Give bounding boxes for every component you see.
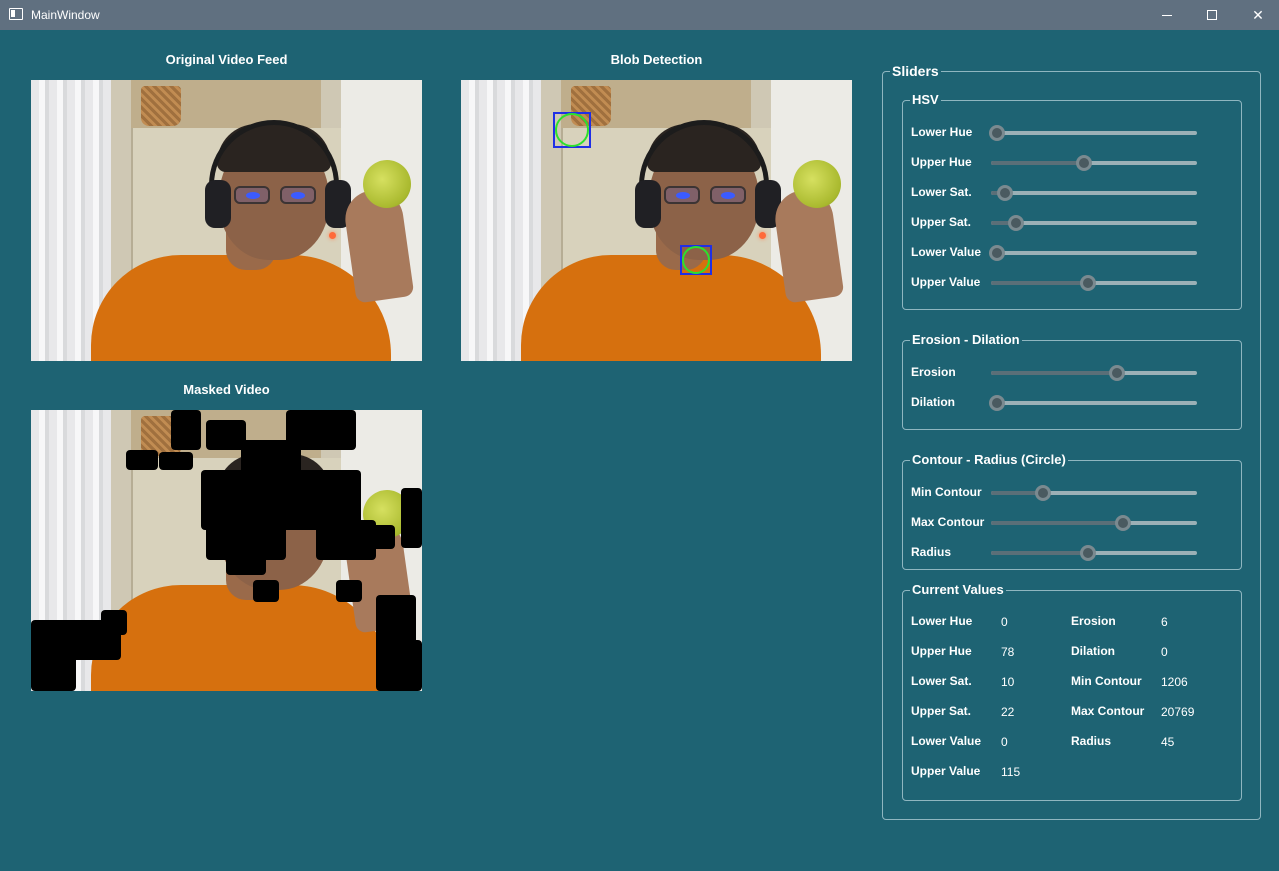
current-radius-value: 45 — [1161, 735, 1175, 749]
upper-hue-slider-row: Upper Hue — [911, 152, 1211, 172]
current-upper-value-value: 115 — [1001, 765, 1021, 779]
lower-hue-slider[interactable] — [989, 125, 1197, 141]
upper-value-label: Upper Value — [911, 275, 981, 289]
blob-detection-feed — [461, 80, 852, 361]
upper-hue-slider-fill — [991, 161, 1084, 165]
current-min-contour-value: 1206 — [1161, 675, 1188, 689]
original-video-feed — [31, 80, 422, 361]
upper-sat-slider-handle[interactable] — [1007, 215, 1024, 231]
upper-value-slider[interactable] — [991, 275, 1197, 291]
current-erosion-value: 6 — [1161, 615, 1168, 629]
lower-hue-label: Lower Hue — [911, 125, 973, 139]
max-contour-slider-handle[interactable] — [1114, 515, 1131, 531]
dilation-slider[interactable] — [989, 395, 1197, 411]
close-button[interactable]: ✕ — [1235, 0, 1279, 30]
hsv-group: HSV Lower Hue Upper Hue Lower Sat. Upper Sa… — [902, 92, 1242, 310]
upper-hue-slider[interactable] — [991, 155, 1197, 171]
current-dilation-value: 0 — [1161, 645, 1168, 659]
lower-value-label: Lower Value — [911, 245, 982, 259]
current-lower-value-label: Lower Value — [911, 734, 982, 748]
current-min-contour-label: Min Contour — [1071, 674, 1142, 688]
current-upper-sat-label: Upper Sat. — [911, 704, 972, 718]
erosion-label: Erosion — [911, 365, 956, 379]
radius-label: Radius — [911, 545, 952, 559]
upper-sat-slider-row: Upper Sat. — [911, 212, 1211, 232]
window-app-icon — [9, 8, 23, 20]
lower-hue-slider-handle[interactable] — [989, 125, 1006, 141]
contour-radius-group: Contour - Radius (Circle) Min Contour Max… — [902, 452, 1242, 570]
upper-sat-label: Upper Sat. — [911, 215, 972, 229]
current-radius-label: Radius — [1071, 734, 1112, 748]
max-contour-slider-row: Max Contour — [911, 512, 1211, 532]
current-lower-value-value: 0 — [1001, 735, 1008, 749]
lower-value-slider-handle[interactable] — [989, 245, 1006, 261]
maximize-button[interactable] — [1189, 0, 1235, 30]
upper-value-slider-handle[interactable] — [1079, 275, 1096, 291]
close-icon: ✕ — [1252, 6, 1264, 23]
title-bar: MainWindow ✕ — [0, 0, 1279, 30]
erosion-slider[interactable] — [991, 365, 1197, 381]
current-lower-sat-value: 10 — [1001, 675, 1015, 689]
contour-radius-group-title: Contour - Radius (Circle) — [910, 452, 1068, 468]
erosion-slider-row: Erosion — [911, 362, 1211, 382]
current-upper-sat-value: 22 — [1001, 705, 1015, 719]
erosion-slider-fill — [991, 371, 1117, 375]
radius-slider-fill — [991, 551, 1088, 555]
detection-circle — [555, 113, 589, 147]
max-contour-slider[interactable] — [991, 515, 1197, 531]
current-erosion-label: Erosion — [1071, 614, 1116, 628]
masked-video-title: Masked Video — [183, 382, 270, 397]
min-contour-slider-row: Min Contour — [911, 482, 1211, 502]
current-lower-hue-label: Lower Hue — [911, 614, 973, 628]
current-upper-hue-label: Upper Hue — [911, 644, 972, 658]
erosion-slider-handle[interactable] — [1108, 365, 1125, 381]
current-lower-sat-label: Lower Sat. — [911, 674, 972, 688]
current-max-contour-label: Max Contour — [1071, 704, 1145, 718]
lower-value-slider[interactable] — [989, 245, 1197, 261]
current-values-group: Current Values Lower Hue 0 Upper Hue 78 Lowe… — [902, 582, 1242, 801]
erosion-dilation-group: Erosion - Dilation Erosion Dilation — [902, 332, 1242, 430]
min-contour-label: Min Contour — [911, 485, 982, 499]
sliders-group-title: Sliders — [890, 63, 941, 79]
lower-sat-label: Lower Sat. — [911, 185, 972, 199]
upper-value-slider-fill — [991, 281, 1088, 285]
masked-video-feed — [31, 410, 422, 691]
lower-value-slider-row: Lower Value — [911, 242, 1211, 262]
current-lower-hue-value: 0 — [1001, 615, 1008, 629]
max-contour-slider-fill — [991, 521, 1123, 525]
min-contour-slider[interactable] — [991, 485, 1197, 501]
max-contour-label: Max Contour — [911, 515, 985, 529]
lower-hue-slider-row: Lower Hue — [911, 122, 1211, 142]
radius-slider-row: Radius — [911, 542, 1211, 562]
current-upper-hue-value: 78 — [1001, 645, 1015, 659]
detection-circle — [682, 246, 710, 274]
current-values-group-title: Current Values — [910, 582, 1006, 598]
minimize-icon — [1162, 14, 1172, 16]
radius-slider[interactable] — [991, 545, 1197, 561]
current-max-contour-value: 20769 — [1161, 705, 1195, 719]
maximize-icon — [1207, 10, 1217, 20]
dilation-label: Dilation — [911, 395, 955, 409]
dilation-slider-row: Dilation — [911, 392, 1211, 412]
upper-sat-slider[interactable] — [991, 215, 1197, 231]
hsv-group-title: HSV — [910, 92, 941, 108]
dilation-slider-handle[interactable] — [989, 395, 1006, 411]
erosion-dilation-group-title: Erosion - Dilation — [910, 332, 1022, 348]
lower-sat-slider-handle[interactable] — [997, 185, 1014, 201]
original-video-title: Original Video Feed — [165, 52, 288, 67]
blob-detection-title: Blob Detection — [610, 52, 703, 67]
radius-slider-handle[interactable] — [1079, 545, 1096, 561]
min-contour-slider-handle[interactable] — [1034, 485, 1051, 501]
minimize-button[interactable] — [1144, 0, 1190, 30]
upper-hue-label: Upper Hue — [911, 155, 972, 169]
lower-sat-slider-row: Lower Sat. — [911, 182, 1211, 202]
window-title: MainWindow — [31, 8, 100, 22]
upper-hue-slider-handle[interactable] — [1075, 155, 1092, 171]
lower-sat-slider[interactable] — [991, 185, 1197, 201]
current-dilation-label: Dilation — [1071, 644, 1115, 658]
upper-value-slider-row: Upper Value — [911, 272, 1211, 292]
sliders-group: Sliders HSV Lower Hue Upper Hue Lower Sat.… — [882, 63, 1261, 820]
current-upper-value-label: Upper Value — [911, 764, 981, 778]
